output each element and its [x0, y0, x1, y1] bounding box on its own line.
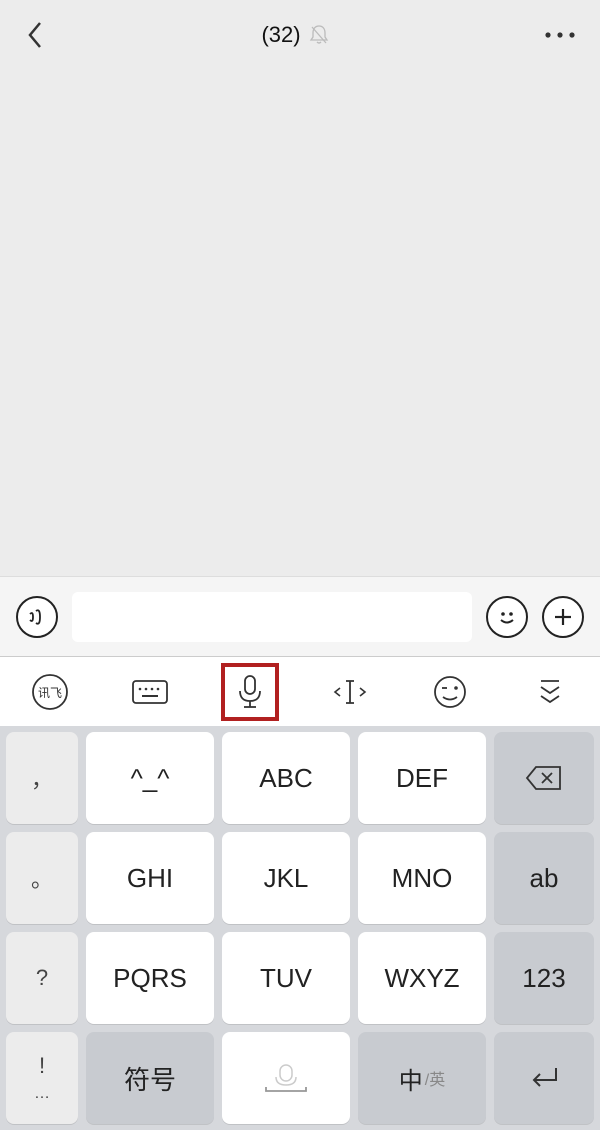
chevron-left-icon: [26, 21, 44, 49]
key-wxyz[interactable]: WXYZ: [358, 932, 486, 1024]
key-jkl[interactable]: JKL: [222, 832, 350, 924]
space-mic-icon: [256, 1061, 316, 1095]
collapse-keyboard-button[interactable]: [525, 667, 575, 717]
punct-comma-key[interactable]: ，: [6, 732, 78, 824]
back-button[interactable]: [20, 20, 50, 50]
collapse-down-icon: [533, 675, 567, 709]
chat-title-wrap: (32): [261, 22, 328, 48]
microphone-icon: [235, 673, 265, 711]
punct-ellipsis-label: …: [34, 1085, 50, 1103]
key-pqrs[interactable]: PQRS: [86, 932, 214, 1024]
key-ghi[interactable]: GHI: [86, 832, 214, 924]
message-input[interactable]: [72, 592, 472, 642]
lang-sub-label: /英: [425, 1066, 445, 1090]
key-def[interactable]: DEF: [358, 732, 486, 824]
keyboard-icon: [130, 677, 170, 707]
language-toggle-key[interactable]: 中/英: [358, 1032, 486, 1124]
chat-input-bar: [0, 576, 600, 656]
numeric-mode-key[interactable]: 123: [494, 932, 594, 1024]
punct-exclaim-label: !: [39, 1053, 45, 1079]
keyboard-keypad: ， ^_^ ABC DEF 。 GHI JKL MNO ab ? PQRS TU…: [0, 726, 600, 1130]
chat-message-area[interactable]: [0, 70, 600, 576]
key-emoticon[interactable]: ^_^: [86, 732, 214, 824]
svg-text:讯飞: 讯飞: [38, 686, 62, 700]
text-cursor-icon: [330, 675, 370, 709]
more-button[interactable]: [540, 30, 580, 40]
enter-key[interactable]: [494, 1032, 594, 1124]
chat-header: (32): [0, 0, 600, 70]
symbols-key[interactable]: 符号: [86, 1032, 214, 1124]
enter-icon: [526, 1064, 562, 1092]
smiley-icon: [494, 604, 520, 630]
keyboard-layout-button[interactable]: [125, 667, 175, 717]
key-abc[interactable]: ABC: [222, 732, 350, 824]
punct-question-key[interactable]: ?: [6, 932, 78, 1024]
chat-title: (32): [261, 22, 300, 48]
emoji-button[interactable]: [486, 596, 528, 638]
punct-dot-key[interactable]: 。: [6, 832, 78, 924]
more-icon: [544, 30, 576, 40]
key-tuv[interactable]: TUV: [222, 932, 350, 1024]
keyboard-toolbar: 讯飞: [0, 656, 600, 726]
plus-icon: [551, 605, 575, 629]
backspace-key[interactable]: [494, 732, 594, 824]
voice-input-button[interactable]: [225, 667, 275, 717]
voice-to-text-button[interactable]: [16, 596, 58, 638]
ime-brand-button[interactable]: 讯飞: [25, 667, 75, 717]
alpha-mode-key[interactable]: ab: [494, 832, 594, 924]
cursor-edit-button[interactable]: [325, 667, 375, 717]
lang-main-label: 中: [399, 1061, 423, 1096]
emoji-keyboard-button[interactable]: [425, 667, 475, 717]
wink-icon: [432, 674, 468, 710]
key-mno[interactable]: MNO: [358, 832, 486, 924]
backspace-icon: [524, 763, 564, 793]
ime-brand-icon: 讯飞: [30, 672, 70, 712]
sound-wave-icon: [26, 606, 48, 628]
bell-muted-icon: [309, 24, 329, 46]
attach-button[interactable]: [542, 596, 584, 638]
punct-exclaim-ellipsis-key[interactable]: ! …: [6, 1032, 78, 1124]
space-key[interactable]: [222, 1032, 350, 1124]
